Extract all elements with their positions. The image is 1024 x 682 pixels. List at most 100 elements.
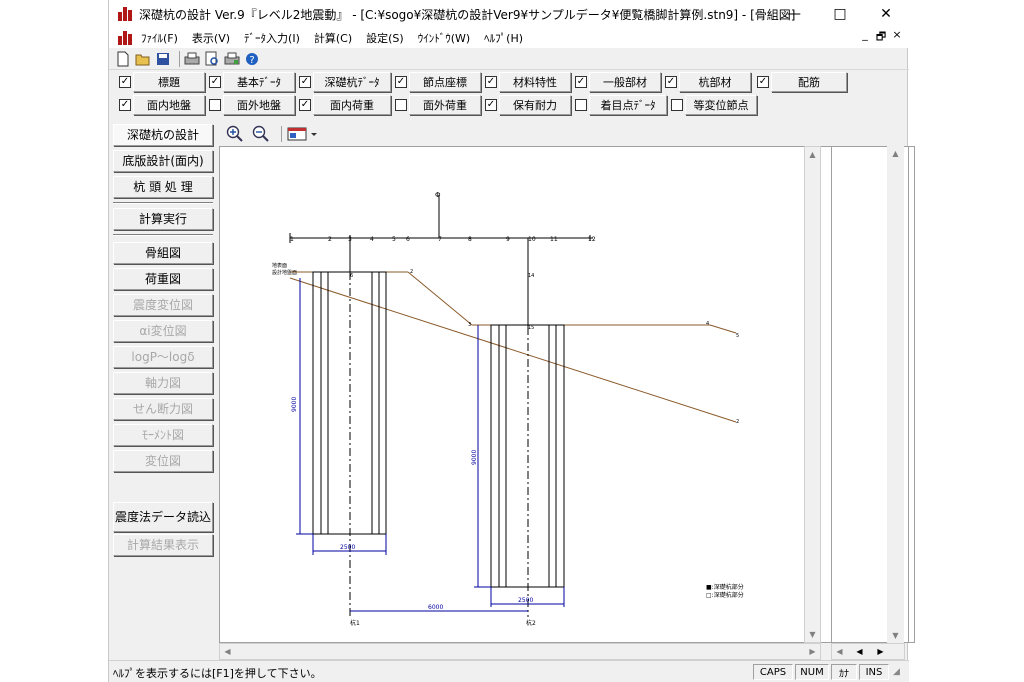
- axial-force-button[interactable]: 軸力図: [113, 372, 213, 394]
- footing-design-button[interactable]: 底版設計(面内): [113, 150, 213, 172]
- resize-grip-icon[interactable]: ◢: [893, 667, 900, 677]
- pile-2[interactable]: [490, 324, 565, 617]
- menu-data-input[interactable]: ﾃﾞｰﾀ入力(I): [244, 30, 300, 46]
- title-bar[interactable]: 深礎杭の設計 Ver.9『レベル2地震動』 - [C:¥sogo¥深礎杭の設計V…: [109, 0, 909, 28]
- svg-text:9000: 9000: [471, 450, 478, 465]
- moment-diagram-button[interactable]: ﾓｰﾒﾝﾄ図: [113, 424, 213, 446]
- document-logo-icon: [117, 30, 133, 46]
- new-file-icon[interactable]: [115, 51, 131, 67]
- mdi-minimize-button[interactable]: _: [857, 28, 873, 47]
- close-button[interactable]: ✕: [863, 0, 909, 28]
- maximize-button[interactable]: □: [817, 0, 863, 28]
- outplane-ground-button[interactable]: 面外地盤: [223, 95, 295, 115]
- panel-header-tab[interactable]: 深礎杭の設計: [113, 124, 213, 146]
- save-icon[interactable]: [155, 51, 171, 67]
- mdi-restore-button[interactable]: 🗗: [873, 28, 889, 47]
- layout-dropdown-icon[interactable]: [286, 125, 320, 143]
- load-diagram-button[interactable]: 荷重図: [113, 268, 213, 290]
- frame-diagram-button[interactable]: 骨組図: [113, 242, 213, 264]
- menu-calc[interactable]: 計算(C): [314, 30, 352, 46]
- pile-1[interactable]: [312, 271, 387, 617]
- zoom-out-icon[interactable]: [251, 125, 271, 143]
- checkbox-equal-disp[interactable]: [671, 99, 683, 111]
- menu-file[interactable]: ﾌｧｲﾙ(F): [141, 30, 178, 46]
- rebar-button[interactable]: 配筋: [771, 72, 847, 92]
- checkbox-pile-data[interactable]: ✓: [299, 76, 311, 88]
- checkbox-inplane-ground[interactable]: ✓: [119, 99, 131, 111]
- inplane-load-button[interactable]: 面内荷重: [313, 95, 391, 115]
- svg-text:2500: 2500: [340, 544, 355, 551]
- view-toolbar: [219, 122, 909, 146]
- run-calculation-button[interactable]: 計算実行: [113, 208, 213, 230]
- ground-surface-label: 地表面: [272, 262, 287, 269]
- equal-disp-button[interactable]: 等変位節点: [685, 95, 757, 115]
- scroll-right-icon[interactable]: ▶: [873, 644, 888, 659]
- svg-text:2500: 2500: [518, 597, 533, 604]
- node-label: 12: [588, 236, 596, 243]
- checkbox-material[interactable]: ✓: [485, 76, 497, 88]
- zoom-in-icon[interactable]: [225, 125, 245, 143]
- main-toolbar: ?: [109, 48, 909, 70]
- checkbox-basic-data[interactable]: ✓: [209, 76, 221, 88]
- right-panel-scrollbar[interactable]: ▲ ▼: [887, 146, 904, 643]
- scroll-right-icon[interactable]: ▶: [805, 644, 820, 659]
- checkbox-pile-member[interactable]: ✓: [665, 76, 677, 88]
- right-panel-horizontal-scrollbar[interactable]: ◀ ◀ ▶: [831, 643, 905, 660]
- checkbox-focus-point[interactable]: [575, 99, 587, 111]
- scroll-down-icon[interactable]: ▼: [805, 627, 820, 642]
- title-button[interactable]: 標題: [133, 72, 205, 92]
- checkbox-capacity[interactable]: ✓: [485, 99, 497, 111]
- minimize-button[interactable]: —: [771, 0, 817, 28]
- help-icon[interactable]: ?: [244, 51, 260, 67]
- print-preview-icon[interactable]: [204, 51, 220, 67]
- logp-logd-button[interactable]: logP～logδ: [113, 346, 213, 368]
- focus-point-button[interactable]: 着目点ﾃﾞｰﾀ: [589, 95, 667, 115]
- mdi-close-button[interactable]: ×: [889, 28, 905, 47]
- checkbox-rebar[interactable]: ✓: [757, 76, 769, 88]
- outplane-load-button[interactable]: 面外荷重: [409, 95, 481, 115]
- import-seismic-data-button[interactable]: 震度法データ読込: [113, 502, 213, 532]
- general-member-button[interactable]: 一般部材: [589, 72, 661, 92]
- menu-settings[interactable]: 設定(S): [366, 30, 404, 46]
- scroll-left-icon[interactable]: ◀: [220, 644, 235, 659]
- svg-text:?: ?: [249, 55, 254, 66]
- show-results-button[interactable]: 計算結果表示: [113, 534, 213, 556]
- print-icon[interactable]: [184, 51, 200, 67]
- checkbox-general-member[interactable]: ✓: [575, 76, 587, 88]
- inplane-ground-button[interactable]: 面内地盤: [133, 95, 205, 115]
- app-logo-icon: [117, 6, 133, 22]
- canvas-horizontal-scrollbar[interactable]: ◀ ▶: [219, 643, 821, 660]
- menu-view[interactable]: 表示(V): [192, 30, 230, 46]
- checkbox-outplane-load[interactable]: [395, 99, 407, 111]
- menu-help[interactable]: ﾍﾙﾌﾟ(H): [484, 30, 523, 46]
- pile-spacing-dimension: 6000: [350, 604, 528, 612]
- canvas-vertical-scrollbar[interactable]: ▲ ▼: [804, 146, 821, 643]
- checkbox-title[interactable]: ✓: [119, 76, 131, 88]
- menu-window[interactable]: ｳｲﾝﾄﾞｳ(W): [418, 30, 470, 46]
- checkbox-inplane-load[interactable]: ✓: [299, 99, 311, 111]
- open-folder-icon[interactable]: [135, 51, 151, 67]
- scroll-down-icon[interactable]: ▼: [888, 628, 903, 643]
- pile-2-height-dimension: 9000: [471, 325, 491, 588]
- scroll-left-icon[interactable]: ◀: [832, 644, 847, 659]
- node-label: 4: [706, 321, 709, 327]
- scroll-left-icon[interactable]: ◀: [852, 644, 867, 659]
- alpha-disp-button[interactable]: αi変位図: [113, 320, 213, 342]
- pile-2-label: 杭2: [526, 619, 536, 627]
- shear-force-button[interactable]: せん断力図: [113, 398, 213, 420]
- pile-member-button[interactable]: 杭部材: [679, 72, 751, 92]
- pile-data-button[interactable]: 深礎杭ﾃﾞｰﾀ: [313, 72, 391, 92]
- printer-setup-icon[interactable]: [224, 51, 240, 67]
- pile-head-button[interactable]: 杭 頭 処 理: [113, 176, 213, 198]
- checkbox-outplane-ground[interactable]: [209, 99, 221, 111]
- scroll-up-icon[interactable]: ▲: [888, 146, 903, 161]
- seismic-disp-button[interactable]: 震度変位図: [113, 294, 213, 316]
- node-label: 10: [528, 236, 536, 243]
- capacity-button[interactable]: 保有耐力: [499, 95, 571, 115]
- material-button[interactable]: 材料特性: [499, 72, 571, 92]
- displacement-button[interactable]: 変位図: [113, 450, 213, 472]
- basic-data-button[interactable]: 基本ﾃﾞｰﾀ: [223, 72, 295, 92]
- node-coords-button[interactable]: 節点座標: [409, 72, 481, 92]
- checkbox-node-coords[interactable]: ✓: [395, 76, 407, 88]
- scroll-up-icon[interactable]: ▲: [805, 147, 820, 162]
